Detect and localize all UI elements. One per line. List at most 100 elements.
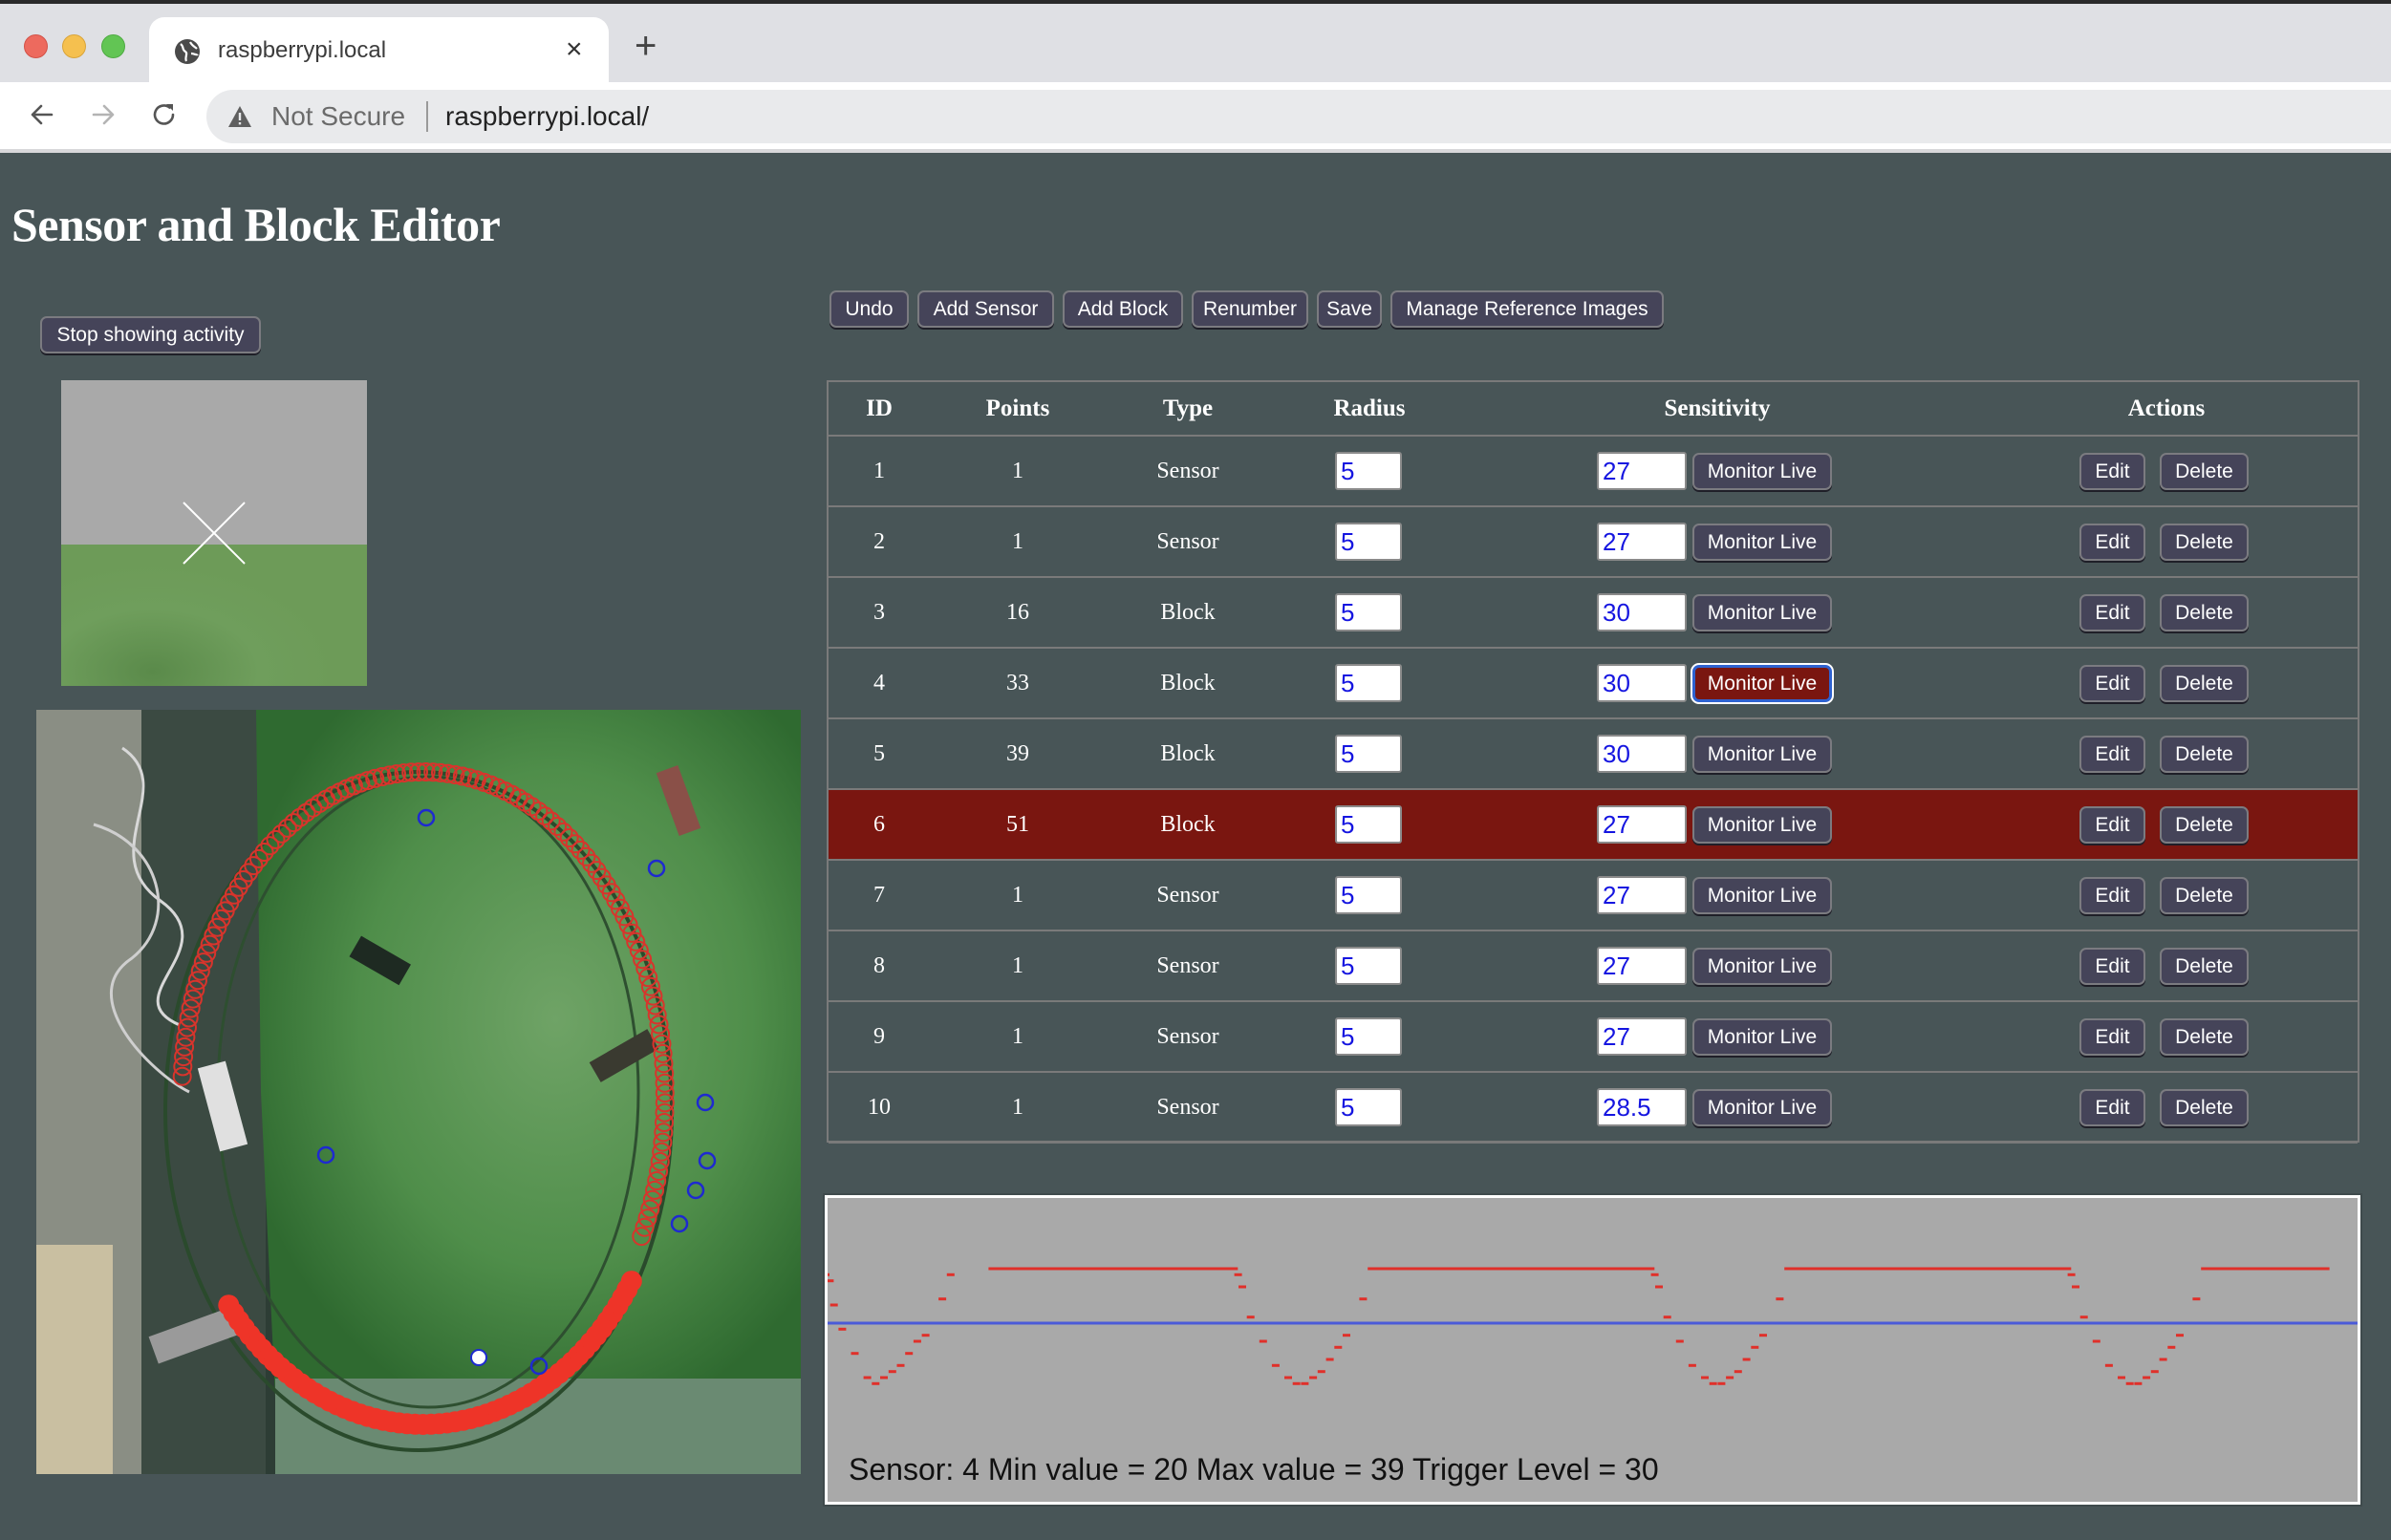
close-window-button[interactable]: [24, 34, 48, 58]
monitor-live-button[interactable]: Monitor Live: [1692, 453, 1832, 490]
delete-button[interactable]: Delete: [2160, 453, 2249, 490]
sensitivity-input[interactable]: 27: [1597, 452, 1687, 490]
radius-input[interactable]: 5: [1335, 452, 1402, 490]
browser-tab[interactable]: raspberrypi.local ×: [149, 17, 609, 86]
undo-button[interactable]: Undo: [829, 290, 909, 328]
sensitivity-input[interactable]: 27: [1597, 523, 1687, 561]
delete-button[interactable]: Delete: [2160, 877, 2249, 914]
table-row[interactable]: 8 1 Sensor 5 27 Monitor Live Edit Delete: [829, 931, 2358, 1002]
cell-points: 39: [1006, 740, 1029, 766]
signal-point: [1325, 1358, 1334, 1361]
table-row[interactable]: 6 51 Block 5 27 Monitor Live Edit Delete: [829, 790, 2358, 861]
signal-point: [1759, 1334, 1767, 1337]
delete-button[interactable]: Delete: [2160, 806, 2249, 844]
sensitivity-input[interactable]: 27: [1597, 805, 1687, 844]
edit-button[interactable]: Edit: [2079, 1089, 2145, 1126]
signal-point: [828, 1279, 834, 1283]
edit-button[interactable]: Edit: [2079, 948, 2145, 985]
table-row[interactable]: 1 1 Sensor 5 27 Monitor Live Edit Delete: [829, 437, 2358, 507]
active-block-point: [218, 1294, 240, 1316]
radius-input[interactable]: 5: [1335, 735, 1402, 773]
edit-button[interactable]: Edit: [2079, 877, 2145, 914]
monitor-live-button[interactable]: Monitor Live: [1692, 665, 1832, 702]
table-row[interactable]: 2 1 Sensor 5 27 Monitor Live Edit Delete: [829, 507, 2358, 578]
maximize-window-button[interactable]: [101, 34, 125, 58]
table-row[interactable]: 5 39 Block 5 30 Monitor Live Edit Delete: [829, 719, 2358, 790]
radius-input[interactable]: 5: [1335, 1017, 1402, 1056]
edit-button[interactable]: Edit: [2079, 1018, 2145, 1056]
monitor-live-button[interactable]: Monitor Live: [1692, 1018, 1832, 1056]
signal-point: [1301, 1381, 1309, 1385]
monitor-live-button[interactable]: Monitor Live: [1692, 736, 1832, 773]
delete-button[interactable]: Delete: [2160, 736, 2249, 773]
track-overlay[interactable]: [36, 710, 801, 1474]
radius-input[interactable]: 5: [1335, 664, 1402, 702]
add-sensor-button[interactable]: Add Sensor: [917, 290, 1054, 328]
cell-points: 51: [1006, 811, 1029, 837]
delete-button[interactable]: Delete: [2160, 948, 2249, 985]
edit-button[interactable]: Edit: [2079, 594, 2145, 631]
radius-input[interactable]: 5: [1335, 876, 1402, 914]
stop-showing-activity-button[interactable]: Stop showing activity: [40, 316, 261, 353]
delete-button[interactable]: Delete: [2160, 594, 2249, 631]
monitor-live-button[interactable]: Monitor Live: [1692, 1089, 1832, 1126]
security-status[interactable]: Not Secure: [271, 101, 405, 132]
signal-point: [913, 1339, 921, 1343]
signal-point: [829, 1303, 838, 1307]
sensitivity-input[interactable]: 27: [1597, 947, 1687, 985]
cell-type: Block: [1160, 670, 1216, 695]
delete-button[interactable]: Delete: [2160, 665, 2249, 702]
manage-reference-images-button[interactable]: Manage Reference Images: [1390, 290, 1664, 328]
column-header-type: Type: [1162, 395, 1214, 421]
minimize-window-button[interactable]: [62, 34, 86, 58]
radius-input[interactable]: 5: [1335, 1088, 1402, 1126]
monitor-live-button[interactable]: Monitor Live: [1692, 877, 1832, 914]
cell-type: Sensor: [1156, 458, 1219, 483]
monitor-live-button[interactable]: Monitor Live: [1692, 806, 1832, 844]
signal-point: [1663, 1315, 1671, 1319]
renumber-button[interactable]: Renumber: [1192, 290, 1308, 328]
sensitivity-input[interactable]: 27: [1597, 876, 1687, 914]
table-row[interactable]: 9 1 Sensor 5 27 Monitor Live Edit Delete: [829, 1002, 2358, 1073]
address-bar[interactable]: Not Secure raspberrypi.local/: [206, 90, 2391, 143]
delete-button[interactable]: Delete: [2160, 1018, 2249, 1056]
edit-button[interactable]: Edit: [2079, 453, 2145, 490]
cell-points: 1: [1012, 528, 1023, 554]
signal-point: [1776, 1297, 1784, 1301]
sensitivity-input[interactable]: 30: [1597, 664, 1687, 702]
table-row[interactable]: 7 1 Sensor 5 27 Monitor Live Edit Delete: [829, 861, 2358, 931]
new-tab-icon[interactable]: +: [635, 27, 657, 65]
sensitivity-input[interactable]: 30: [1597, 735, 1687, 773]
table-row[interactable]: 4 33 Block 5 30 Monitor Live Edit Delete: [829, 649, 2358, 719]
signal-point: [1734, 1370, 1742, 1374]
table-row[interactable]: 3 16 Block 5 30 Monitor Live Edit Delete: [829, 578, 2358, 649]
add-block-button[interactable]: Add Block: [1063, 290, 1183, 328]
monitor-live-button[interactable]: Monitor Live: [1692, 594, 1832, 631]
radius-input[interactable]: 5: [1335, 947, 1402, 985]
sensitivity-input[interactable]: 27: [1597, 1017, 1687, 1056]
delete-button[interactable]: Delete: [2160, 524, 2249, 561]
camera-view[interactable]: [36, 710, 801, 1474]
monitor-live-button[interactable]: Monitor Live: [1692, 948, 1832, 985]
edit-button[interactable]: Edit: [2079, 736, 2145, 773]
cell-id: 1: [873, 458, 885, 483]
back-button[interactable]: [23, 96, 61, 134]
sensitivity-input[interactable]: 30: [1597, 593, 1687, 631]
signal-point: [2067, 1273, 2076, 1276]
radius-input[interactable]: 5: [1335, 805, 1402, 844]
tab-close-icon[interactable]: ×: [566, 32, 583, 67]
column-header-id: ID: [866, 395, 893, 421]
edit-button[interactable]: Edit: [2079, 524, 2145, 561]
delete-button[interactable]: Delete: [2160, 1089, 2249, 1126]
forward-button[interactable]: [84, 96, 122, 134]
monitor-live-button[interactable]: Monitor Live: [1692, 524, 1832, 561]
save-button[interactable]: Save: [1317, 290, 1382, 328]
sensitivity-input[interactable]: 28.5: [1597, 1088, 1687, 1126]
reload-button[interactable]: [145, 96, 183, 134]
radius-input[interactable]: 5: [1335, 523, 1402, 561]
edit-button[interactable]: Edit: [2079, 806, 2145, 844]
radius-input[interactable]: 5: [1335, 593, 1402, 631]
edit-button[interactable]: Edit: [2079, 665, 2145, 702]
table-row[interactable]: 10 1 Sensor 5 28.5 Monitor Live Edit Delete: [829, 1073, 2358, 1144]
url-text[interactable]: raspberrypi.local/: [445, 101, 649, 132]
